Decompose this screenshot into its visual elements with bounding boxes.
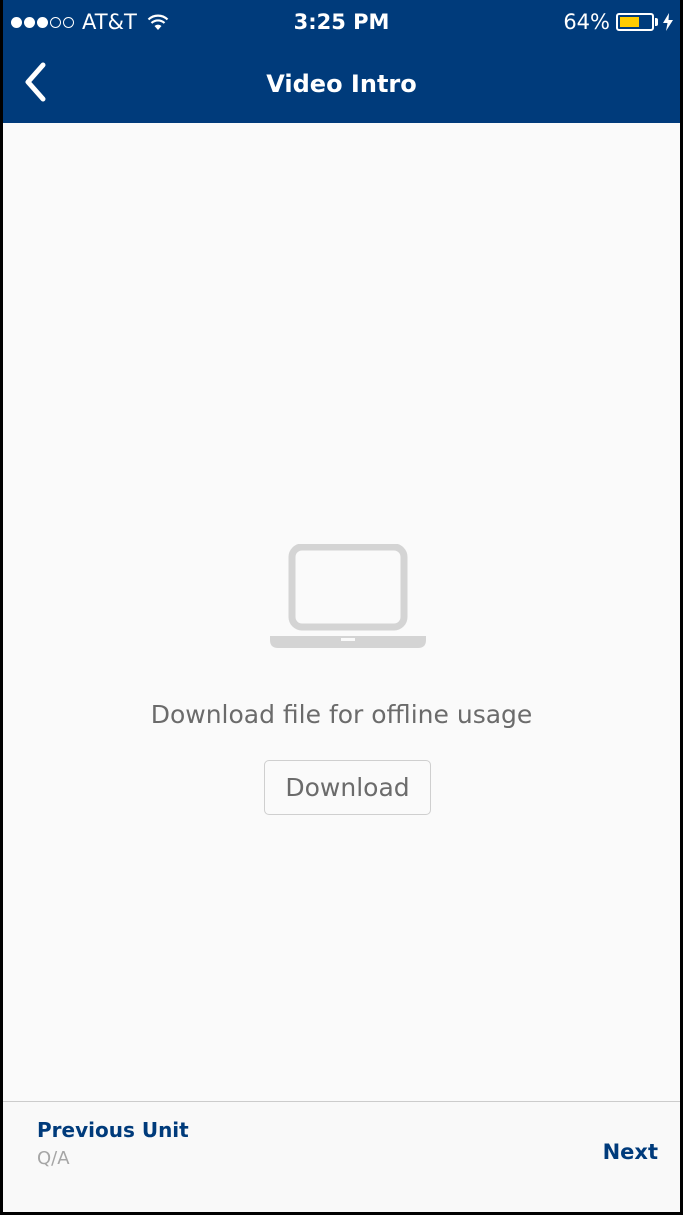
- battery-level: [620, 17, 640, 27]
- offline-message: Download file for offline usage: [150, 700, 533, 729]
- status-right: 64%: [563, 10, 674, 34]
- battery-icon: [616, 13, 654, 31]
- content-area: Download file for offline usage Download: [3, 123, 680, 1101]
- battery-percent: 64%: [563, 10, 610, 34]
- battery-tip: [655, 18, 658, 26]
- nav-bar: Video Intro: [3, 48, 680, 123]
- next-button[interactable]: Next: [603, 1140, 658, 1164]
- app-screen: AT&T 3:25 PM 64% Video Intro Download fi…: [0, 0, 683, 1215]
- previous-unit-label: Previous Unit: [37, 1118, 189, 1142]
- laptop-icon: [270, 544, 426, 648]
- status-bar: AT&T 3:25 PM 64%: [3, 0, 680, 48]
- charging-bolt-icon: [663, 13, 673, 31]
- previous-unit-button[interactable]: Previous Unit Q/A: [37, 1118, 189, 1169]
- previous-unit-subtitle: Q/A: [37, 1148, 70, 1169]
- download-button[interactable]: Download: [264, 760, 431, 815]
- page-title: Video Intro: [266, 70, 417, 98]
- footer-nav: Previous Unit Q/A Next: [3, 1101, 680, 1212]
- header: AT&T 3:25 PM 64% Video Intro: [3, 0, 680, 123]
